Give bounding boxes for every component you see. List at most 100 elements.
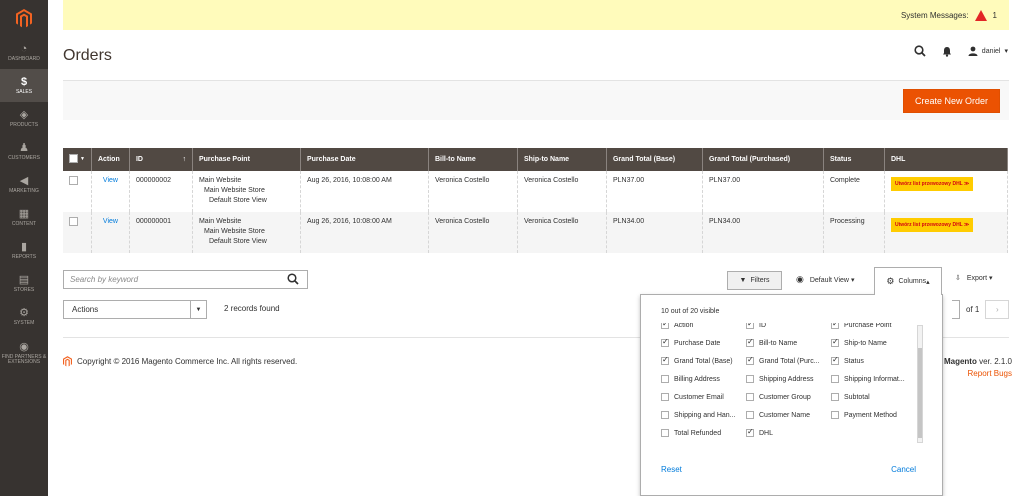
sidebar-item-stores[interactable]: ▤ Stores [0, 267, 48, 300]
column-header-ship-to-name[interactable]: Ship-to Name [517, 148, 607, 171]
column-option[interactable]: Shipping and Han... [661, 409, 736, 421]
bell-icon[interactable] [942, 46, 952, 57]
column-checkbox[interactable] [746, 427, 754, 437]
grand-total-purchased-cell: PLN37.00 [702, 171, 824, 212]
mass-select-checkbox[interactable] [69, 154, 78, 163]
column-checkbox[interactable] [746, 375, 754, 383]
dollar-icon: $ [20, 75, 28, 88]
column-checkbox[interactable] [746, 323, 754, 329]
orders-grid: ▼ Action ID ↑ Purchase Point Purchase Dat… [63, 148, 1009, 253]
column-option[interactable]: Shipping Informat... [831, 373, 905, 385]
columns-scrollbar[interactable] [917, 325, 923, 443]
create-dhl-waybill-button[interactable]: Utwórz list przewozowy DHL ≫ [890, 218, 974, 232]
system-messages-bar[interactable]: System Messages: 1 [63, 0, 1009, 30]
column-option[interactable]: DHL [746, 427, 773, 439]
column-checkbox[interactable] [831, 393, 839, 401]
column-checkbox[interactable] [746, 411, 754, 419]
mass-actions-select[interactable]: Actions ▼ [63, 300, 207, 319]
column-checkbox[interactable] [746, 337, 754, 347]
status-cell: Complete [823, 171, 885, 212]
column-option[interactable]: Bill-to Name [746, 337, 797, 349]
column-checkbox[interactable] [661, 429, 669, 437]
page-number-input[interactable] [952, 300, 960, 319]
column-option[interactable]: Subtotal [831, 391, 870, 403]
export-dropdown[interactable]: ⇩ Export ▾ [955, 274, 993, 282]
column-checkbox[interactable] [661, 323, 669, 329]
column-option[interactable]: Action [661, 323, 693, 331]
view-link[interactable]: View [103, 218, 118, 225]
column-option[interactable]: Total Refunded [661, 427, 721, 439]
column-option[interactable]: Shipping Address [746, 373, 813, 385]
next-page-button[interactable]: › [985, 300, 1010, 319]
reset-columns-button[interactable]: Reset [661, 465, 682, 474]
column-header-bill-to-name[interactable]: Bill-to Name [428, 148, 518, 171]
view-link[interactable]: View [103, 177, 118, 184]
column-checkbox[interactable] [661, 337, 669, 347]
column-checkbox[interactable] [661, 411, 669, 419]
create-new-order-button[interactable]: Create New Order [903, 89, 1000, 113]
mass-select-header[interactable]: ▼ [63, 148, 92, 171]
cancel-columns-button[interactable]: Cancel [891, 465, 916, 474]
column-checkbox[interactable] [746, 393, 754, 401]
column-header-status[interactable]: Status [823, 148, 885, 171]
create-dhl-waybill-button[interactable]: Utwórz list przewozowy DHL ≫ [890, 177, 974, 191]
column-checkbox[interactable] [831, 337, 839, 347]
filters-button[interactable]: ▼ Filters [727, 271, 782, 290]
purchase-point-view: Default Store View [208, 197, 267, 204]
records-found: 2 records found [224, 304, 280, 313]
sidebar-item-reports[interactable]: ▮ Reports [0, 234, 48, 267]
magento-logo[interactable] [0, 0, 48, 36]
column-option[interactable]: Customer Group [746, 391, 811, 403]
search-icon[interactable] [287, 273, 299, 285]
column-checkbox[interactable] [661, 355, 669, 365]
person-icon: ♟ [19, 141, 29, 154]
scrollbar-thumb[interactable] [918, 348, 922, 438]
search-icon[interactable] [914, 45, 926, 57]
table-row[interactable]: View 000000002 Main Website Main Website St… [63, 171, 1009, 212]
column-checkbox[interactable] [661, 393, 669, 401]
column-option[interactable]: Purchase Point [831, 323, 891, 331]
column-header-purchase-point[interactable]: Purchase Point [192, 148, 301, 171]
column-option[interactable]: Customer Email [661, 391, 724, 403]
column-option[interactable]: Customer Name [746, 409, 810, 421]
copyright-text: Copyright © 2016 Magento Commerce Inc. A… [77, 357, 298, 366]
column-header-grand-total-purchased[interactable]: Grand Total (Purchased) [702, 148, 824, 171]
column-option[interactable]: Billing Address [661, 373, 720, 385]
sidebar-item-system[interactable]: ⚙ System [0, 300, 48, 333]
sidebar-item-content[interactable]: ▦ Content [0, 201, 48, 234]
column-checkbox[interactable] [831, 375, 839, 383]
column-option[interactable]: Payment Method [831, 409, 897, 421]
column-header-id[interactable]: ID ↑ [129, 148, 193, 171]
column-checkbox[interactable] [746, 355, 754, 365]
default-view-dropdown[interactable]: ◉ Default View ▾ [796, 274, 854, 285]
search-input[interactable]: Search by keyword [63, 270, 308, 289]
grid-header-row: ▼ Action ID ↑ Purchase Point Purchase Dat… [63, 148, 1009, 171]
sidebar-item-label: Dashboard [8, 55, 40, 62]
sidebar-item-sales[interactable]: $ Sales [0, 69, 48, 102]
column-checkbox[interactable] [831, 355, 839, 365]
sidebar-item-products[interactable]: ◈ Products [0, 102, 48, 135]
column-header-dhl: DHL [884, 148, 1009, 171]
column-checkbox[interactable] [831, 323, 839, 329]
dashboard-icon: ◔ [20, 42, 28, 55]
column-option[interactable]: Status [831, 355, 864, 367]
column-checkbox[interactable] [831, 411, 839, 419]
table-row[interactable]: View 000000001 Main Website Main Website St… [63, 212, 1009, 253]
column-option[interactable]: Grand Total (Purc... [746, 355, 820, 367]
user-menu[interactable]: daniel ▾ [968, 46, 1008, 56]
column-checkbox[interactable] [661, 375, 669, 383]
column-option[interactable]: Grand Total (Base) [661, 355, 733, 367]
report-bugs-link[interactable]: Report Bugs [944, 368, 1012, 380]
column-option[interactable]: Ship-to Name [831, 337, 887, 349]
column-option[interactable]: ID [746, 323, 766, 331]
sidebar-item-dashboard[interactable]: ◔ Dashboard [0, 36, 48, 69]
sidebar-item-customers[interactable]: ♟ Customers [0, 135, 48, 168]
row-checkbox[interactable] [69, 176, 78, 185]
sidebar-item-marketing[interactable]: ◀ Marketing [0, 168, 48, 201]
column-header-purchase-date[interactable]: Purchase Date [300, 148, 429, 171]
sidebar-item-find-partners-extensions[interactable]: ◉ Find Partners & Extensions [0, 333, 48, 373]
column-header-grand-total-base[interactable]: Grand Total (Base) [606, 148, 703, 171]
row-checkbox[interactable] [69, 217, 78, 226]
columns-button[interactable]: ⚙ Columns ▴ [874, 267, 942, 295]
column-option[interactable]: Purchase Date [661, 337, 720, 349]
